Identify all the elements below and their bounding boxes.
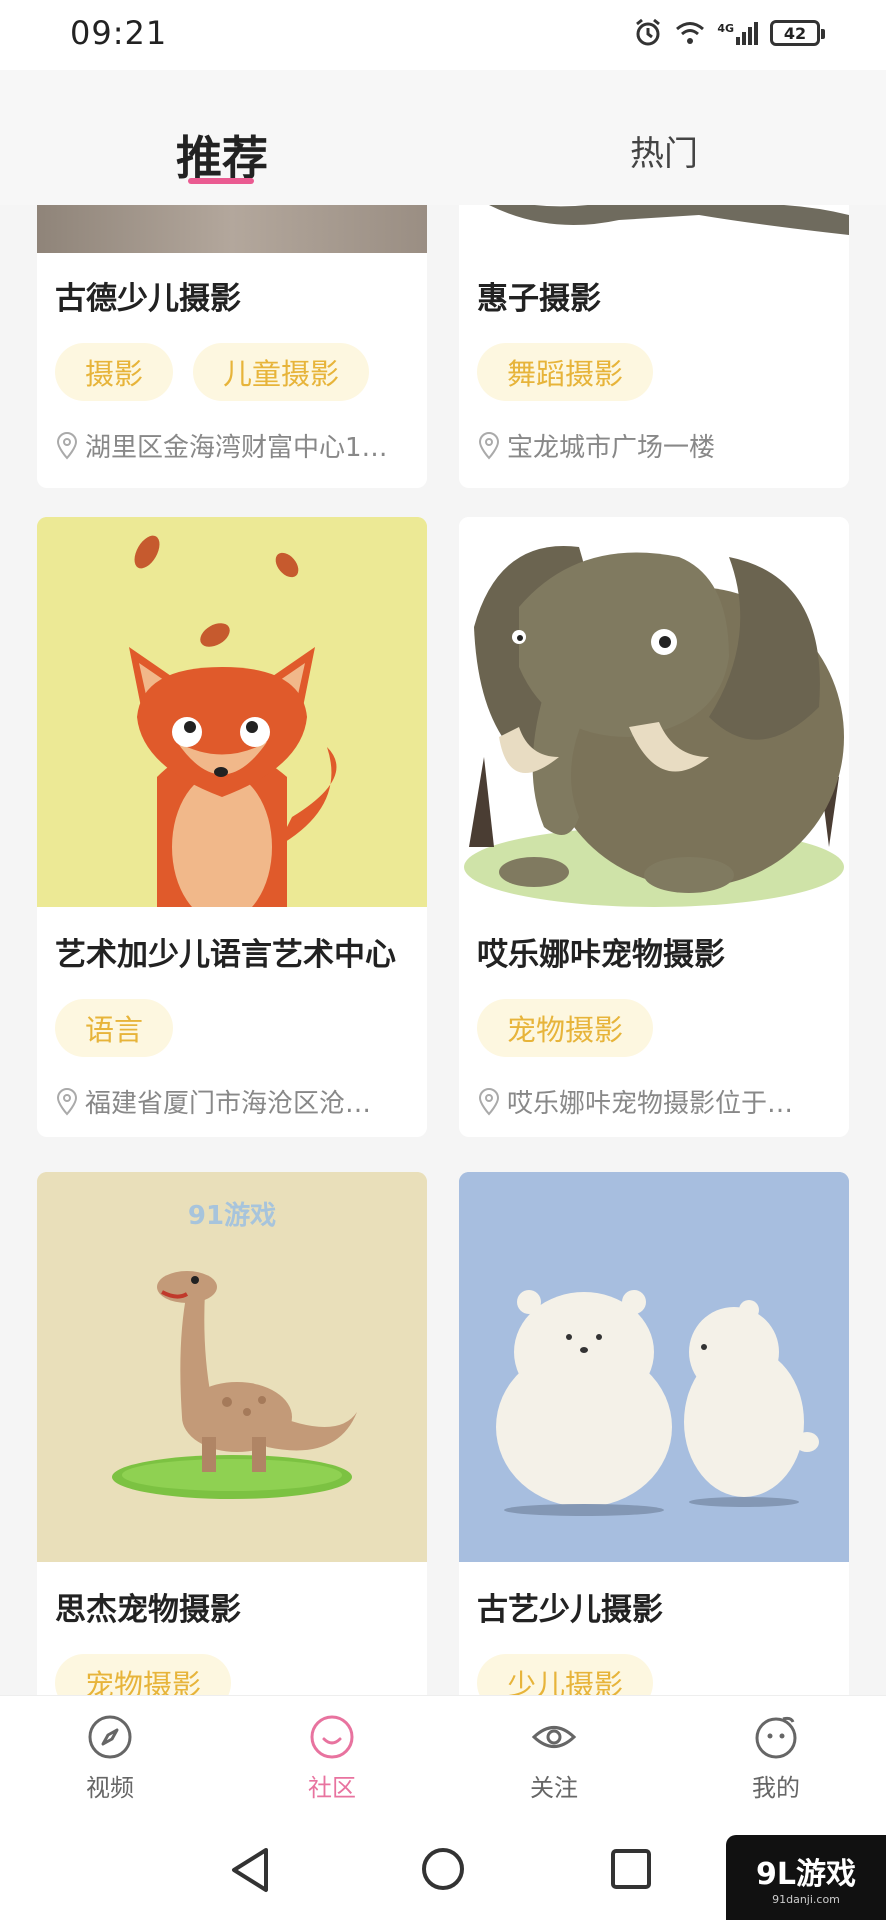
location-text: 湖里区金海湾财富中心1…	[85, 433, 388, 463]
site-watermark: 9L游戏 91danji.com	[726, 1835, 886, 1920]
elephant-illustration	[459, 517, 849, 907]
tag[interactable]: 儿童摄影	[193, 343, 370, 401]
card-image	[459, 1172, 849, 1562]
location: 福建省厦门市海沧区沧…	[55, 1083, 409, 1120]
nav-video[interactable]: 视频	[50, 1714, 170, 1803]
card-image	[459, 205, 849, 253]
nav-mine[interactable]: 我的	[716, 1714, 836, 1803]
tag-row: 宠物摄影	[55, 1654, 232, 1695]
status-bar: 09:21 4G 42	[0, 0, 886, 70]
location-pin-icon	[478, 1087, 500, 1115]
status-icons: 4G 42	[633, 18, 825, 48]
tab-bar: 推荐 热门	[0, 70, 886, 205]
tag-row: 语言	[55, 999, 174, 1057]
tag-row: 宠物摄影	[477, 999, 654, 1057]
location-text: 哎乐娜咔宠物摄影位于…	[507, 1089, 794, 1119]
card-title: 惠子摄影	[477, 281, 601, 317]
status-time: 09:21	[70, 14, 168, 52]
feed[interactable]: 古德少儿摄影 摄影 儿童摄影 湖里区金海湾财富中心1… 惠子摄影 舞蹈摄影 宝龙…	[0, 205, 886, 1695]
eye-icon	[531, 1726, 577, 1748]
location: 哎乐娜咔宠物摄影位于…	[477, 1083, 831, 1120]
card-title: 思杰宠物摄影	[55, 1592, 241, 1628]
location: 湖里区金海湾财富中心1…	[55, 427, 409, 464]
nav-label: 视频	[86, 1774, 134, 1802]
card-studio[interactable]: 古德少儿摄影 摄影 儿童摄影 湖里区金海湾财富中心1…	[37, 205, 427, 488]
network-label: 4G	[717, 21, 734, 35]
nav-follow[interactable]: 关注	[494, 1714, 614, 1803]
card-title: 艺术加少儿语言艺术中心	[55, 937, 396, 973]
location-pin-icon	[56, 1087, 78, 1115]
bears-illustration	[459, 1172, 849, 1562]
tag[interactable]: 宠物摄影	[477, 999, 654, 1057]
location-pin-icon	[478, 431, 500, 459]
nav-label: 关注	[530, 1774, 578, 1802]
tag-row: 少儿摄影	[477, 1654, 654, 1695]
tag-row: 舞蹈摄影	[477, 343, 654, 401]
back-icon[interactable]	[228, 1846, 272, 1894]
home-icon[interactable]	[420, 1846, 466, 1892]
nav-label: 社区	[308, 1774, 356, 1802]
card-image: 91游戏	[37, 1172, 427, 1562]
recents-icon[interactable]	[610, 1848, 652, 1890]
alarm-icon	[636, 18, 661, 46]
watermark-sub: 91danji.com	[772, 1893, 840, 1906]
tag[interactable]: 语言	[55, 999, 174, 1057]
card-image	[37, 517, 427, 907]
card-image	[459, 517, 849, 907]
location: 宝龙城市广场一楼	[477, 427, 831, 464]
nav-label: 我的	[752, 1774, 800, 1802]
nav-community[interactable]: 社区	[272, 1714, 392, 1803]
compass-icon	[88, 1715, 132, 1759]
tag[interactable]: 少儿摄影	[477, 1654, 654, 1695]
location-text: 宝龙城市广场一楼	[507, 433, 716, 463]
active-tab-indicator	[188, 178, 254, 184]
card-studio[interactable]: 91游戏 思杰宠物摄影 宠物摄影	[37, 1172, 427, 1695]
card-title: 哎乐娜咔宠物摄影	[477, 937, 725, 973]
card-studio[interactable]: 古艺少儿摄影 少儿摄影	[459, 1172, 849, 1695]
card-studio[interactable]: 艺术加少儿语言艺术中心 语言 福建省厦门市海沧区沧…	[37, 517, 427, 1137]
battery-indicator: 42	[770, 20, 825, 46]
card-studio[interactable]: 惠子摄影 舞蹈摄影 宝龙城市广场一楼	[459, 205, 849, 488]
face-icon	[755, 1716, 797, 1759]
watermark-main: 9L游戏	[756, 1857, 856, 1892]
card-title: 古德少儿摄影	[55, 281, 241, 317]
card-title: 古艺少儿摄影	[477, 1592, 663, 1628]
tag[interactable]: 摄影	[55, 343, 174, 401]
tag-row: 摄影 儿童摄影	[55, 343, 370, 401]
signal-icon: 4G	[717, 21, 758, 45]
smile-icon	[310, 1715, 354, 1759]
tab-hot[interactable]: 热门	[630, 126, 698, 175]
fox-illustration	[37, 517, 427, 907]
wifi-icon	[676, 22, 705, 44]
tag[interactable]: 宠物摄影	[55, 1654, 232, 1695]
bottom-nav: 视频 社区 关注 我的	[0, 1695, 886, 1820]
image-watermark: 91游戏	[188, 1201, 276, 1231]
card-image	[37, 205, 427, 253]
location-pin-icon	[56, 431, 78, 459]
tag[interactable]: 舞蹈摄影	[477, 343, 654, 401]
dinosaur-illustration: 91游戏	[37, 1172, 427, 1562]
location-text: 福建省厦门市海沧区沧…	[85, 1089, 372, 1119]
card-studio[interactable]: 哎乐娜咔宠物摄影 宠物摄影 哎乐娜咔宠物摄影位于…	[459, 517, 849, 1137]
